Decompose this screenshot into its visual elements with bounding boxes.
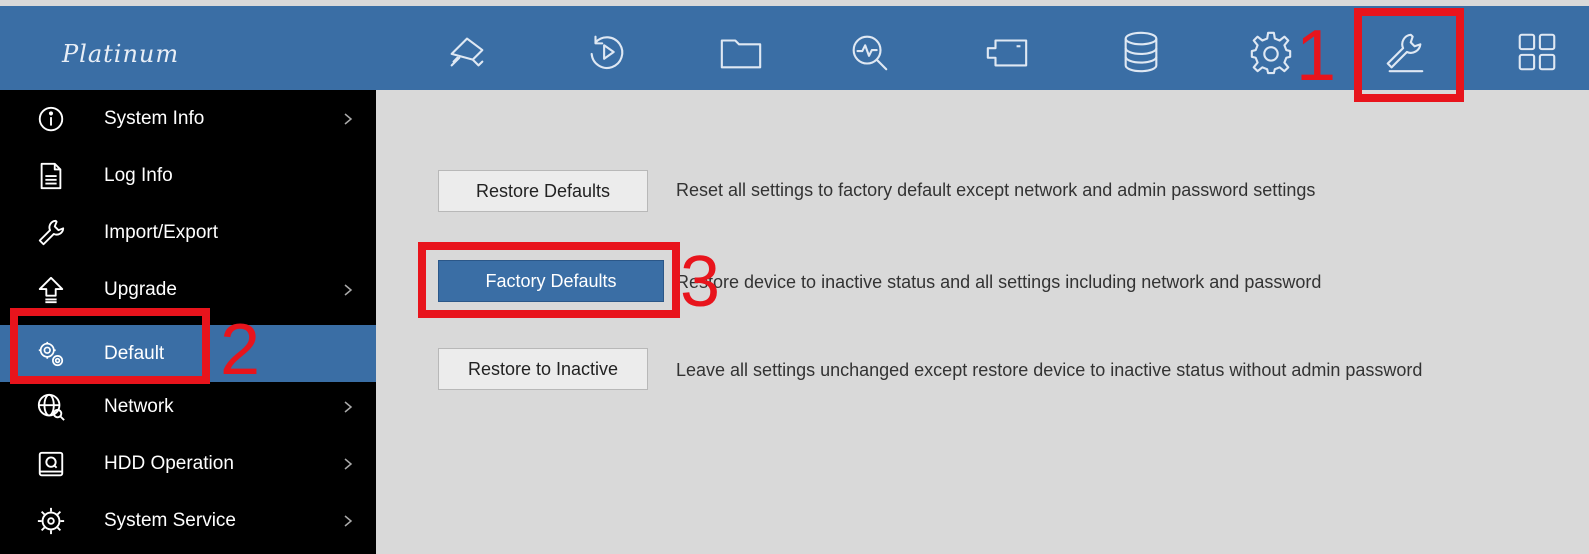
hdd-icon	[34, 447, 68, 481]
upgrade-arrow-icon	[34, 273, 68, 307]
chevron-right-icon	[344, 514, 353, 527]
sidebar-item-system-info[interactable]: System Info	[0, 90, 376, 147]
top-navigation-bar: Platinum	[0, 6, 1589, 90]
sidebar-item-log-info[interactable]: Log Info	[0, 147, 376, 204]
gear-icon[interactable]	[1244, 26, 1298, 78]
annotation-number-2: 2	[220, 310, 261, 390]
sidebar-item-import-export[interactable]: Import/Export	[0, 204, 376, 261]
video-camera-icon[interactable]	[980, 26, 1034, 78]
annotation-number-3: 3	[680, 242, 721, 322]
folder-icon[interactable]	[714, 26, 768, 78]
restore-defaults-description: Reset all settings to factory default ex…	[676, 180, 1316, 200]
database-icon[interactable]	[1114, 26, 1168, 78]
chevron-right-icon	[344, 112, 353, 125]
sidebar-item-label: Upgrade	[104, 278, 177, 300]
sidebar-item-label: Network	[104, 395, 174, 417]
annotation-number-1: 1	[1296, 16, 1337, 96]
camera-icon[interactable]	[440, 26, 494, 78]
playback-icon[interactable]	[580, 26, 634, 78]
sidebar-item-label: Log Info	[104, 164, 173, 186]
annotation-box-2	[10, 308, 210, 384]
grid-icon[interactable]	[1510, 26, 1564, 78]
sidebar-item-label: HDD Operation	[104, 452, 234, 474]
sidebar-item-network[interactable]: Network	[0, 378, 376, 435]
document-icon	[34, 159, 68, 193]
restore-to-inactive-description: Leave all settings unchanged except rest…	[676, 360, 1423, 380]
info-icon	[34, 102, 68, 136]
search-analytics-icon[interactable]	[842, 26, 896, 78]
brand-logo: Platinum	[62, 40, 180, 68]
main-content: Restore Defaults Reset all settings to f…	[376, 90, 1589, 554]
factory-defaults-description: Restore device to inactive status and al…	[676, 272, 1322, 292]
restore-to-inactive-button[interactable]: Restore to Inactive	[438, 348, 648, 390]
sidebar-item-system-service[interactable]: System Service	[0, 492, 376, 549]
annotation-box-3	[418, 242, 680, 318]
sidebar-item-label: System Info	[104, 107, 205, 129]
chevron-right-icon	[344, 457, 353, 470]
service-gear-icon	[34, 504, 68, 538]
wrench-icon	[34, 216, 68, 250]
sidebar-item-hdd-operation[interactable]: HDD Operation	[0, 435, 376, 492]
annotation-box-1	[1354, 8, 1464, 102]
sidebar-item-label: System Service	[104, 509, 236, 531]
chevron-right-icon	[344, 400, 353, 413]
chevron-right-icon	[344, 283, 353, 296]
sidebar-item-label: Import/Export	[104, 221, 219, 243]
restore-defaults-button[interactable]: Restore Defaults	[438, 170, 648, 212]
globe-search-icon	[34, 390, 68, 424]
